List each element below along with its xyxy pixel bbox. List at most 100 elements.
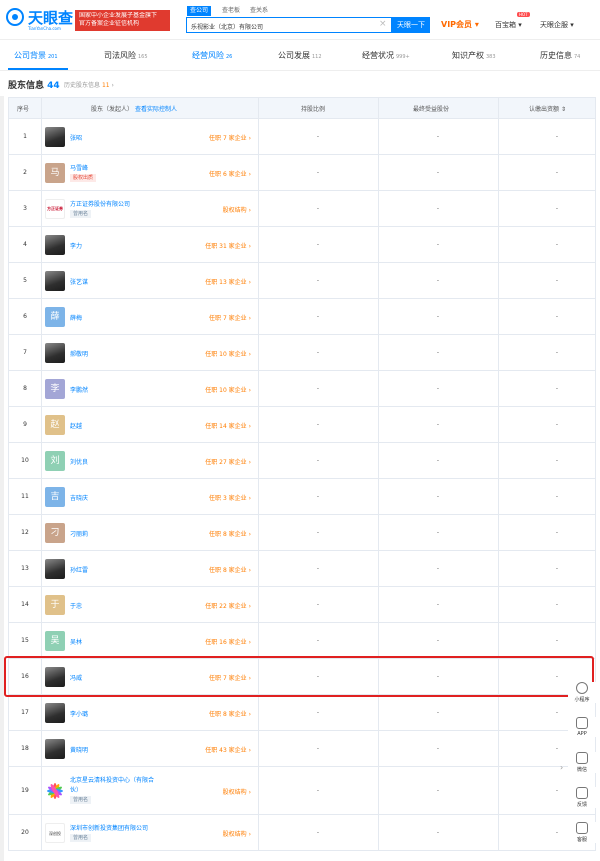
search-tab-relation[interactable]: 查关系 — [247, 6, 271, 16]
positions-link[interactable]: 任职 8 家企业 › — [159, 529, 251, 538]
float-qrcode-button[interactable]: 微信 — [568, 752, 596, 773]
tab-legal-risk[interactable]: 司法风险 165 — [104, 50, 148, 61]
positions-link[interactable]: 任职 43 家企业 › — [159, 745, 251, 754]
equity-structure-link[interactable]: 股权结构 › — [159, 205, 251, 214]
avatar-photo[interactable] — [45, 343, 65, 363]
avatar-photo[interactable] — [45, 559, 65, 579]
former-name-tag[interactable]: 曾用名 — [70, 834, 92, 842]
positions-link[interactable]: 任职 10 家企业 › — [159, 385, 251, 394]
avatar-photo[interactable] — [45, 271, 65, 291]
shareholder-name[interactable]: 黄晓明 — [70, 745, 88, 754]
shareholder-name[interactable]: 李力 — [70, 241, 82, 250]
positions-link[interactable]: 任职 7 家企业 › — [159, 313, 251, 322]
avatar[interactable]: 于 — [45, 595, 65, 615]
avatar[interactable]: 吉 — [45, 487, 65, 507]
actual-controller-link[interactable]: 查看实际控制人 — [135, 106, 177, 113]
shareholder-name[interactable]: 刘优良 — [70, 457, 88, 466]
avatar[interactable]: 李 — [45, 379, 65, 399]
company-logo[interactable]: 方正证券 — [45, 199, 65, 219]
cell-divider — [258, 551, 259, 586]
equity-structure-link[interactable]: 股权结构 › — [159, 829, 251, 838]
search-button[interactable]: 天眼一下 — [392, 17, 430, 33]
float-service-button[interactable]: 客服 — [568, 822, 596, 843]
shareholder-name[interactable]: 深圳市创新投资集团有限公司 — [70, 823, 148, 832]
positions-link[interactable]: 任职 13 家企业 › — [159, 277, 251, 286]
positions-link[interactable]: 任职 27 家企业 › — [159, 457, 251, 466]
positions-link[interactable]: 任职 16 家企业 › — [159, 637, 251, 646]
positions-link[interactable]: 任职 3 家企业 › — [159, 493, 251, 502]
equity-structure-link[interactable]: 股权结构 › — [159, 787, 251, 796]
shareholder-name[interactable]: 于忠 — [70, 601, 82, 610]
col-ratio[interactable]: 持股比例 — [301, 104, 325, 113]
tianyancha-logo[interactable]: 天眼查 TianYanCha.com — [6, 6, 73, 34]
positions-link[interactable]: 任职 14 家企业 › — [159, 421, 251, 430]
tab-history-info[interactable]: 历史信息 74 — [540, 50, 580, 61]
shareholder-name[interactable]: 吉晓庆 — [70, 493, 88, 502]
credit-banner[interactable]: 国家中小企业发展子基金旗下 官方备案企业征信机构 — [75, 10, 170, 31]
shareholder-name[interactable]: 赵越 — [70, 421, 82, 430]
search-tab-company[interactable]: 查公司 — [187, 6, 212, 16]
tab-operation-status[interactable]: 经营状况 999+ — [362, 50, 410, 61]
enterprise-link[interactable]: 天眼企服 ▾ — [540, 20, 574, 30]
shareholder-name[interactable]: 郝敬明 — [70, 349, 88, 358]
equity-pledge-tag[interactable]: 股权出质 — [70, 174, 97, 182]
avatar[interactable]: 吴 — [45, 631, 65, 651]
shareholder-name[interactable]: 孙红雷 — [70, 565, 88, 574]
history-shareholders-link[interactable]: 历史股东信息 11 › — [64, 80, 114, 89]
avatar[interactable]: 赵 — [45, 415, 65, 435]
avatar-photo[interactable] — [45, 235, 65, 255]
section-title-text: 股东信息 — [8, 81, 45, 91]
tab-business-risk[interactable]: 经营风险 26 — [192, 50, 232, 61]
avatar[interactable]: 刘 — [45, 451, 65, 471]
shareholder-name[interactable]: 张昭 — [70, 133, 82, 142]
chevron-right-icon[interactable]: › — [560, 763, 563, 772]
float-feedback-button[interactable]: 反馈 — [568, 787, 596, 808]
positions-link[interactable]: 任职 22 家企业 › — [159, 601, 251, 610]
shareholder-name[interactable]: 马雪峰 — [70, 163, 88, 172]
vip-link[interactable]: VIP会员 ▾ — [441, 19, 479, 30]
shareholder-name[interactable]: 北京星云清科投资中心（有限合 — [70, 775, 154, 784]
avatar[interactable]: 马 — [45, 163, 65, 183]
float-mini-program-button[interactable]: 小程序 — [568, 682, 596, 703]
cell-divider — [498, 227, 499, 262]
sort-icon[interactable]: ⇕ — [561, 106, 566, 113]
positions-link[interactable]: 任职 10 家企业 › — [159, 349, 251, 358]
company-logo[interactable] — [45, 781, 65, 801]
shareholder-name-line2[interactable]: 伙） — [70, 785, 82, 794]
chevron-down-icon: ▾ — [474, 20, 479, 29]
company-logo[interactable]: 深创投 — [45, 823, 65, 843]
positions-link[interactable]: 任职 8 家企业 › — [159, 565, 251, 574]
avatar[interactable]: 刁 — [45, 523, 65, 543]
former-name-tag[interactable]: 曾用名 — [70, 210, 92, 218]
clear-icon[interactable]: × — [379, 19, 387, 29]
avatar-photo[interactable] — [45, 127, 65, 147]
tab-intellectual-property[interactable]: 知识产权 383 — [452, 50, 496, 61]
feedback-icon — [576, 787, 588, 799]
cell-capital: - — [555, 637, 559, 644]
tab-company-development[interactable]: 公司发展 112 — [278, 50, 322, 61]
shareholder-name[interactable]: 方正证券股份有限公司 — [70, 199, 130, 208]
shareholder-name[interactable]: 李鹏然 — [70, 385, 88, 394]
positions-link[interactable]: 任职 31 家企业 › — [159, 241, 251, 250]
search-input[interactable] — [191, 21, 361, 31]
avatar-photo[interactable] — [45, 703, 65, 723]
avatar-photo[interactable] — [45, 739, 65, 759]
positions-link[interactable]: 任职 6 家企业 › — [159, 169, 251, 178]
col-capital[interactable]: 认缴出资额 ⇕ — [529, 104, 566, 113]
tab-company-background[interactable]: 公司背景 201 — [14, 50, 58, 61]
shareholder-name[interactable]: 吴林 — [70, 637, 82, 646]
category-tabs: 公司背景 201 司法风险 165 经营风险 26 公司发展 112 经营状况 999+ … — [0, 41, 600, 71]
row-index: 7 — [23, 349, 27, 356]
search-tab-boss[interactable]: 查老板 — [219, 6, 243, 16]
avatar[interactable]: 薛 — [45, 307, 65, 327]
shareholder-name[interactable]: 张艺谋 — [70, 277, 88, 286]
shareholder-name[interactable]: 李小璐 — [70, 709, 88, 718]
positions-link[interactable]: 任职 8 家企业 › — [159, 709, 251, 718]
shareholder-name[interactable]: 薛梅 — [70, 313, 82, 322]
positions-link[interactable]: 任职 7 家企业 › — [159, 133, 251, 142]
float-phone-button[interactable]: APP — [568, 717, 596, 737]
shareholder-name[interactable]: 刁丽莉 — [70, 529, 88, 538]
baobao-link[interactable]: 百宝箱 ▾ — [495, 20, 522, 30]
former-name-tag[interactable]: 曾用名 — [70, 796, 92, 804]
col-final-benefit[interactable]: 最终受益股份 — [413, 104, 449, 113]
